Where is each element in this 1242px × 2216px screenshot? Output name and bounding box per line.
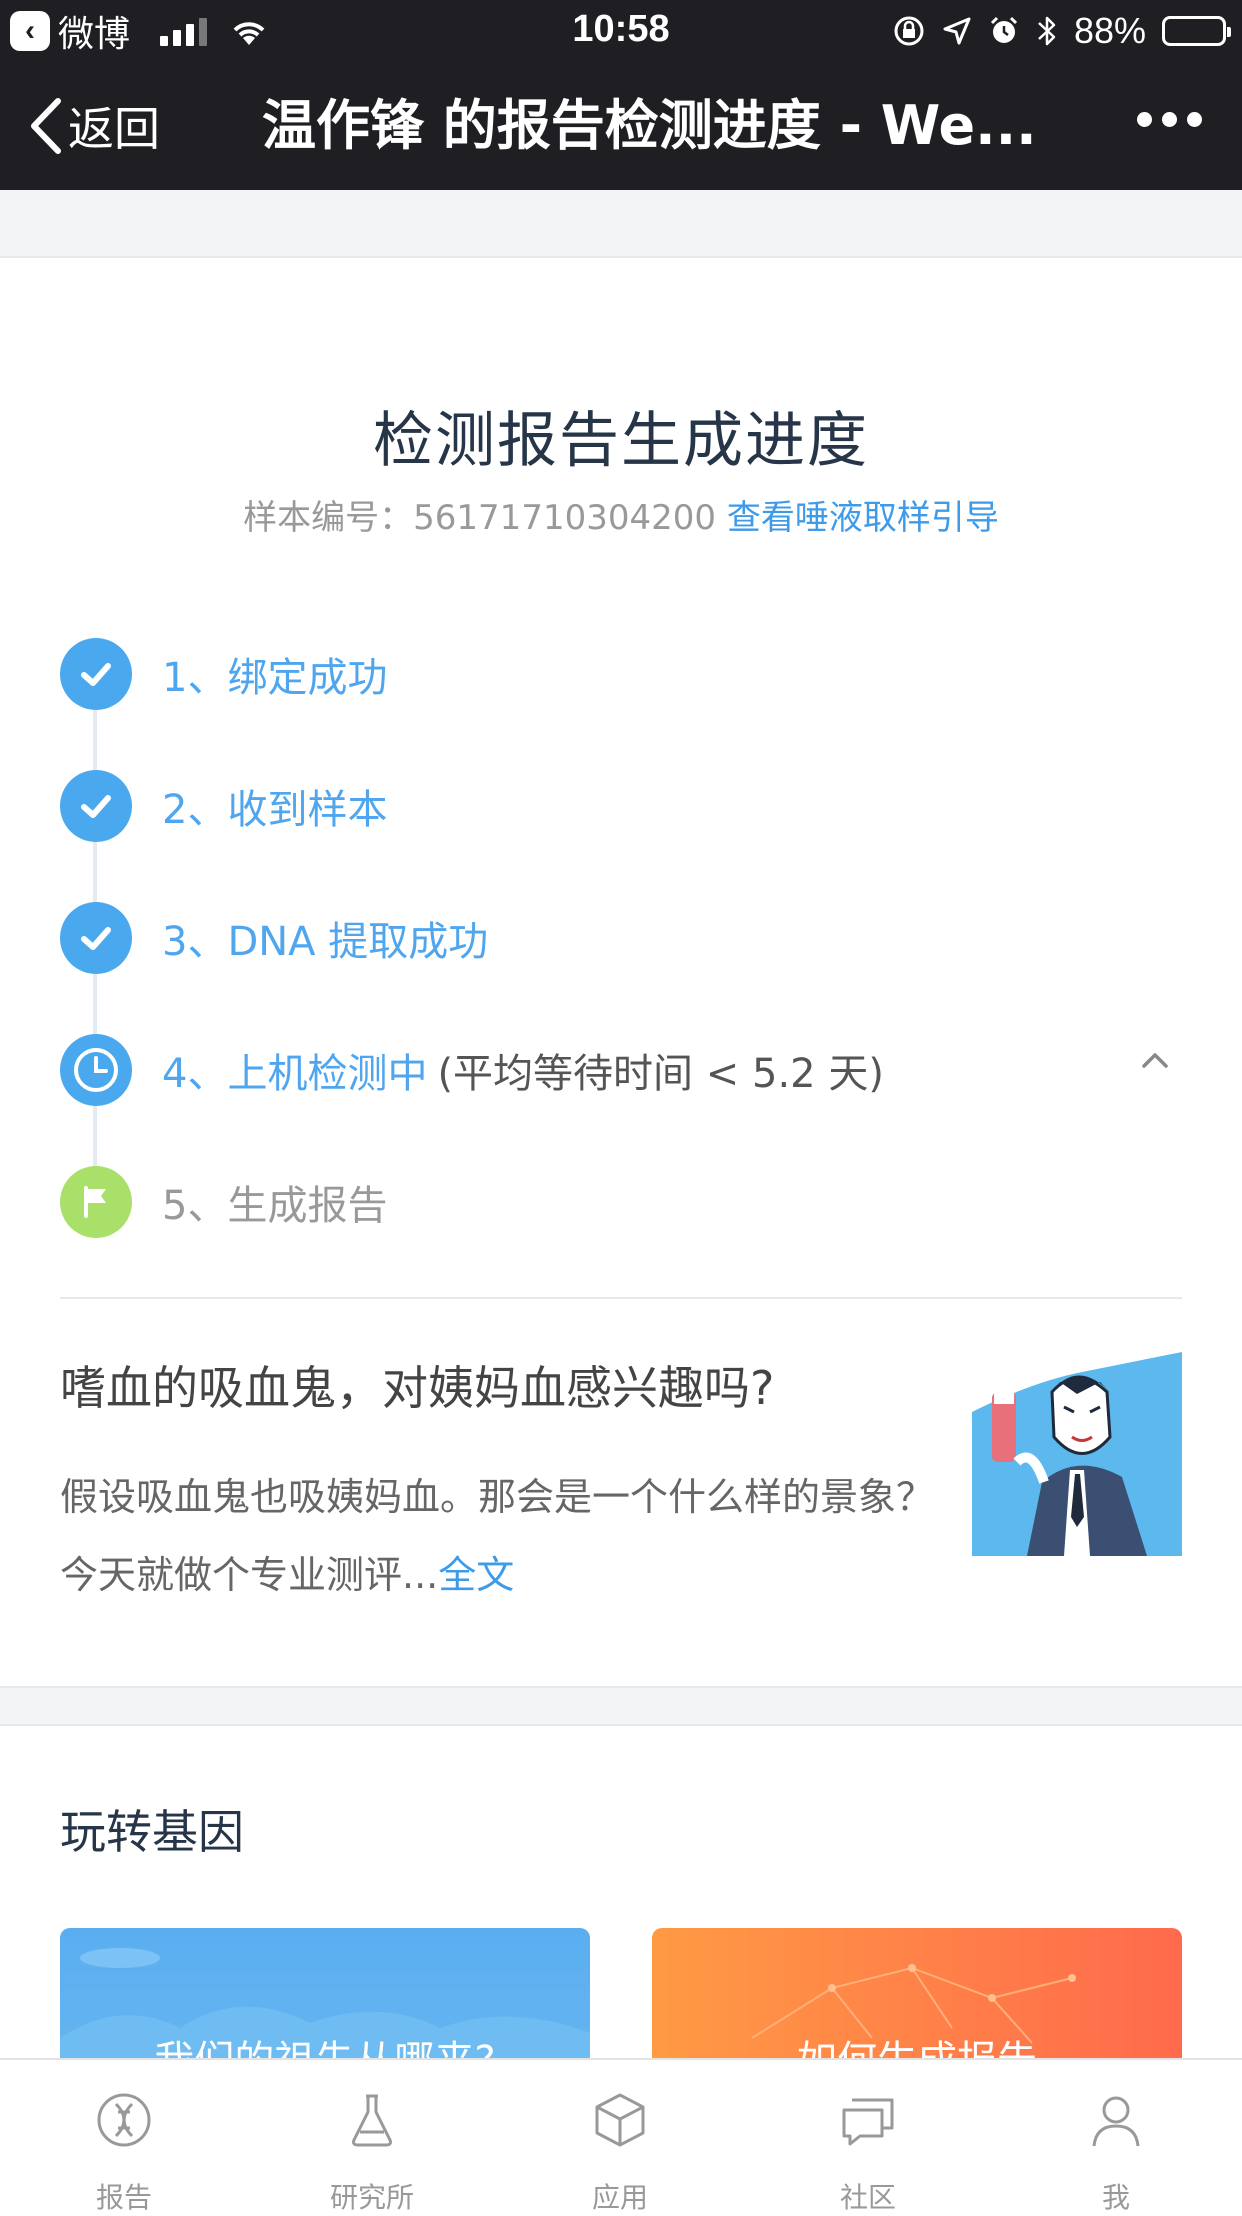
step-sequencing[interactable]: 4、上机检测中 (平均等待时间 < 5.2 天): [60, 1034, 1180, 1106]
status-right: 88%: [892, 10, 1231, 52]
read-more-link[interactable]: 全文: [438, 1553, 514, 1597]
step-label: 3、DNA 提取成功: [162, 919, 489, 965]
step-label: 1、绑定成功: [162, 655, 388, 701]
top-spacer: [0, 190, 1242, 258]
article-excerpt: 假设吸血鬼也吸姨妈血。那会是一个什么样的景象？今天就做个专业测评...全文: [60, 1458, 960, 1614]
location-icon: [943, 17, 971, 45]
flag-icon: [60, 1166, 132, 1238]
more-dot: [1162, 112, 1177, 127]
check-icon: [60, 638, 132, 710]
tab-label: 报告: [95, 2181, 152, 2214]
step-sample-received: 2、收到样本: [60, 770, 1180, 842]
chevron-left-icon: [31, 98, 61, 154]
step-label: 5、生成报告: [162, 1183, 388, 1229]
battery-percent: 88%: [1073, 10, 1146, 51]
step-bound: 1、绑定成功: [60, 638, 1180, 710]
tab-apps[interactable]: 应用: [496, 2060, 744, 2214]
tile-label: 如何生成报告: [652, 2028, 1182, 2058]
cube-icon: [595, 2093, 645, 2147]
sample-id: 56171710304200: [413, 498, 717, 538]
article-title[interactable]: 嗜血的吸血鬼，对姨妈血感兴趣吗?: [60, 1352, 940, 1418]
tab-label: 我: [1101, 2181, 1130, 2214]
saliva-guide-link[interactable]: 查看唾液取样引导: [727, 498, 999, 538]
navigation-bar: 返回 温作锋 的报告检测进度 - We...: [0, 62, 1242, 190]
vampire-illustration[interactable]: [972, 1352, 1182, 1556]
section-title: 玩转基因: [60, 1805, 244, 1859]
sample-info: 样本编号：56171710304200 查看唾液取样引导: [0, 490, 1242, 539]
chevron-up-icon[interactable]: [1140, 1050, 1170, 1074]
step-report: 5、生成报告: [60, 1166, 1180, 1238]
back-button[interactable]: 返回: [28, 94, 160, 158]
tile-label: 我们的祖先从哪来?: [60, 2028, 590, 2058]
user-icon: [1092, 2096, 1140, 2147]
step-label: 2、收到样本: [162, 787, 388, 833]
check-icon: [60, 770, 132, 842]
tab-me[interactable]: 我: [992, 2060, 1240, 2214]
tab-label: 社区: [839, 2181, 896, 2214]
battery-icon: [1162, 16, 1231, 46]
status-bar: ‹ 微博 10:58 88%: [0, 0, 1242, 62]
check-icon: [60, 902, 132, 974]
clock-icon: [60, 1034, 132, 1106]
step-dna-extracted: 3、DNA 提取成功: [60, 902, 1180, 974]
step-wait-time: (平均等待时间 < 5.2 天): [437, 1051, 884, 1097]
section-spacer: [0, 1686, 1242, 1726]
tab-institute[interactable]: 研究所: [248, 2060, 496, 2214]
tab-label: 应用: [591, 2181, 648, 2214]
step-label: 4、上机检测中: [162, 1051, 428, 1097]
bottom-tab-bar: 报告 研究所 应用 社区 我: [0, 2058, 1242, 2214]
tab-community[interactable]: 社区: [744, 2060, 992, 2214]
more-dot: [1137, 112, 1152, 127]
page-title: 温作锋 的报告检测进度 - We...: [262, 94, 1037, 157]
flask-icon: [352, 2094, 392, 2147]
report-generation-tile[interactable]: 如何生成报告: [652, 1928, 1182, 2058]
chat-icon: [842, 2098, 894, 2146]
bluetooth-icon: [1038, 16, 1056, 46]
tab-report[interactable]: 报告: [0, 2060, 248, 2214]
back-label: 返回: [68, 102, 160, 156]
more-menu-button[interactable]: [1137, 112, 1202, 127]
divider: [60, 1297, 1182, 1299]
sample-label: 样本编号：: [243, 498, 414, 538]
tab-label: 研究所: [329, 2181, 414, 2214]
alarm-icon: [990, 16, 1017, 43]
more-dot: [1187, 112, 1202, 127]
dna-icon: [97, 2093, 151, 2147]
orientation-lock-icon: [894, 16, 924, 46]
progress-title: 检测报告生成进度: [373, 406, 869, 476]
ancestry-tile[interactable]: 我们的祖先从哪来?: [60, 1928, 590, 2058]
